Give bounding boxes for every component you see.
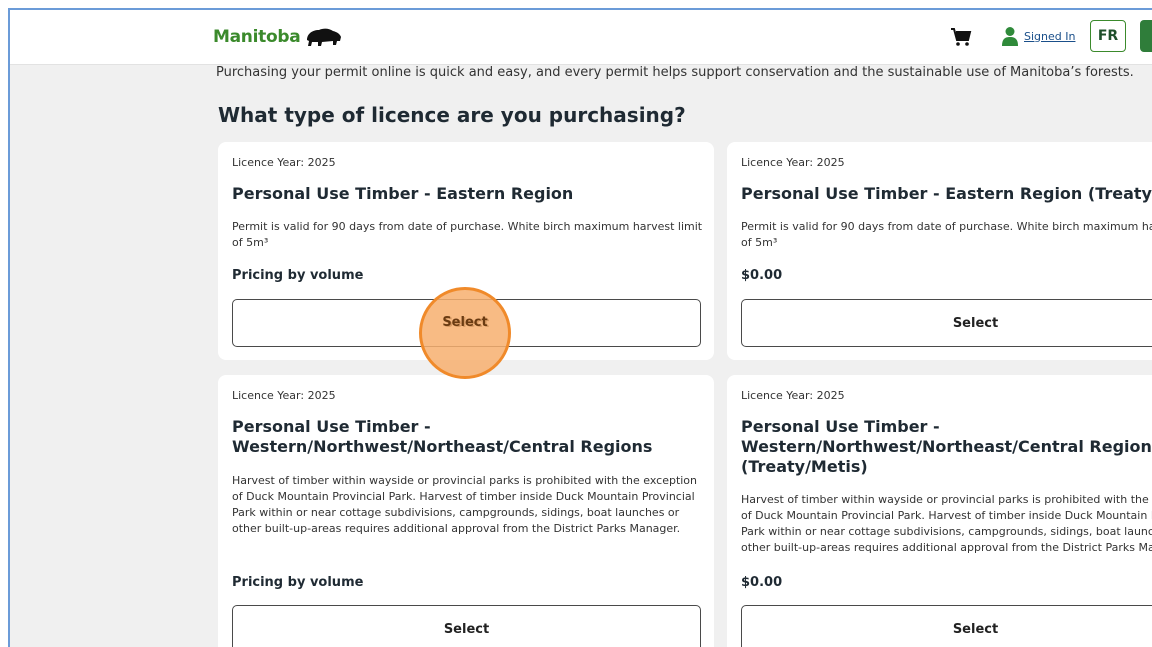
- browser-viewport: Manitoba Signed In FR Purchasing your pe…: [8, 8, 1152, 647]
- site-header: Manitoba Signed In FR: [10, 10, 1152, 65]
- licence-title: Personal Use Timber - Eastern Region (Tr…: [741, 184, 1152, 203]
- licence-title-line-3: (Treaty/Metis): [741, 457, 868, 476]
- licence-year: Licence Year: 2025: [741, 156, 845, 169]
- licence-year: Licence Year: 2025: [741, 389, 845, 402]
- select-button[interactable]: Select: [741, 605, 1152, 647]
- licence-description-line: Harvest of timber within wayside or prov…: [232, 474, 698, 487]
- bison-icon: [307, 28, 342, 46]
- licence-description-line: of Duck Mountain Provincial Park. Harves…: [232, 490, 695, 503]
- licence-description-line: other built-up-areas requires additional…: [232, 522, 681, 535]
- licence-card-western: Licence Year: 2025 Personal Use Timber -…: [218, 375, 714, 647]
- licence-title: Personal Use Timber -: [232, 417, 431, 436]
- cart-icon[interactable]: [950, 27, 972, 47]
- signed-in-menu[interactable]: Signed In: [1002, 26, 1075, 46]
- click-indicator: [419, 287, 511, 379]
- licence-description-line: Park within or near cottage subdivisions…: [741, 525, 1152, 538]
- licence-card-eastern-treaty: Licence Year: 2025 Personal Use Timber -…: [727, 142, 1152, 360]
- licence-price: Pricing by volume: [232, 268, 364, 283]
- licence-description-line: other built-up-areas requires additional…: [741, 541, 1152, 554]
- licence-title: Personal Use Timber - Eastern Region: [232, 184, 574, 203]
- licence-price: $0.00: [741, 268, 783, 283]
- intro-text: Purchasing your permit online is quick a…: [216, 65, 1134, 80]
- licence-description-line: of Duck Mountain Provincial Park. Harves…: [741, 509, 1152, 522]
- click-indicator-label: Select: [442, 315, 488, 330]
- licence-price: Pricing by volume: [232, 575, 364, 590]
- manitoba-logo[interactable]: Manitoba: [213, 26, 344, 48]
- licence-title-line-2: Western/Northwest/Northeast/Central Regi…: [741, 437, 1152, 456]
- signed-in-link[interactable]: Signed In: [1024, 30, 1075, 43]
- language-toggle-button[interactable]: FR: [1090, 20, 1126, 52]
- licence-year: Licence Year: 2025: [232, 156, 336, 169]
- licence-description-line: Permit is valid for 90 days from date of…: [741, 220, 1152, 233]
- licence-title-line-2: Western/Northwest/Northeast/Central Regi…: [232, 437, 653, 456]
- licence-description-line: of 5m³: [232, 236, 269, 249]
- account-button[interactable]: [1140, 20, 1152, 52]
- licence-title: Personal Use Timber -: [741, 417, 940, 436]
- licence-card-western-treaty: Licence Year: 2025 Personal Use Timber -…: [727, 375, 1152, 647]
- brand-name: Manitoba: [213, 27, 301, 47]
- licence-description-line: of 5m³: [741, 236, 778, 249]
- licence-description-line: Park within or near cottage subdivisions…: [232, 506, 680, 519]
- licence-description-line: Permit is valid for 90 days from date of…: [232, 220, 703, 233]
- select-button[interactable]: Select: [741, 299, 1152, 347]
- user-icon: [1002, 27, 1018, 46]
- licence-price: $0.00: [741, 575, 783, 590]
- licence-description-line: Harvest of timber within wayside or prov…: [741, 493, 1152, 506]
- select-button[interactable]: Select: [232, 605, 701, 647]
- page-heading: What type of licence are you purchasing?: [218, 103, 686, 127]
- licence-year: Licence Year: 2025: [232, 389, 336, 402]
